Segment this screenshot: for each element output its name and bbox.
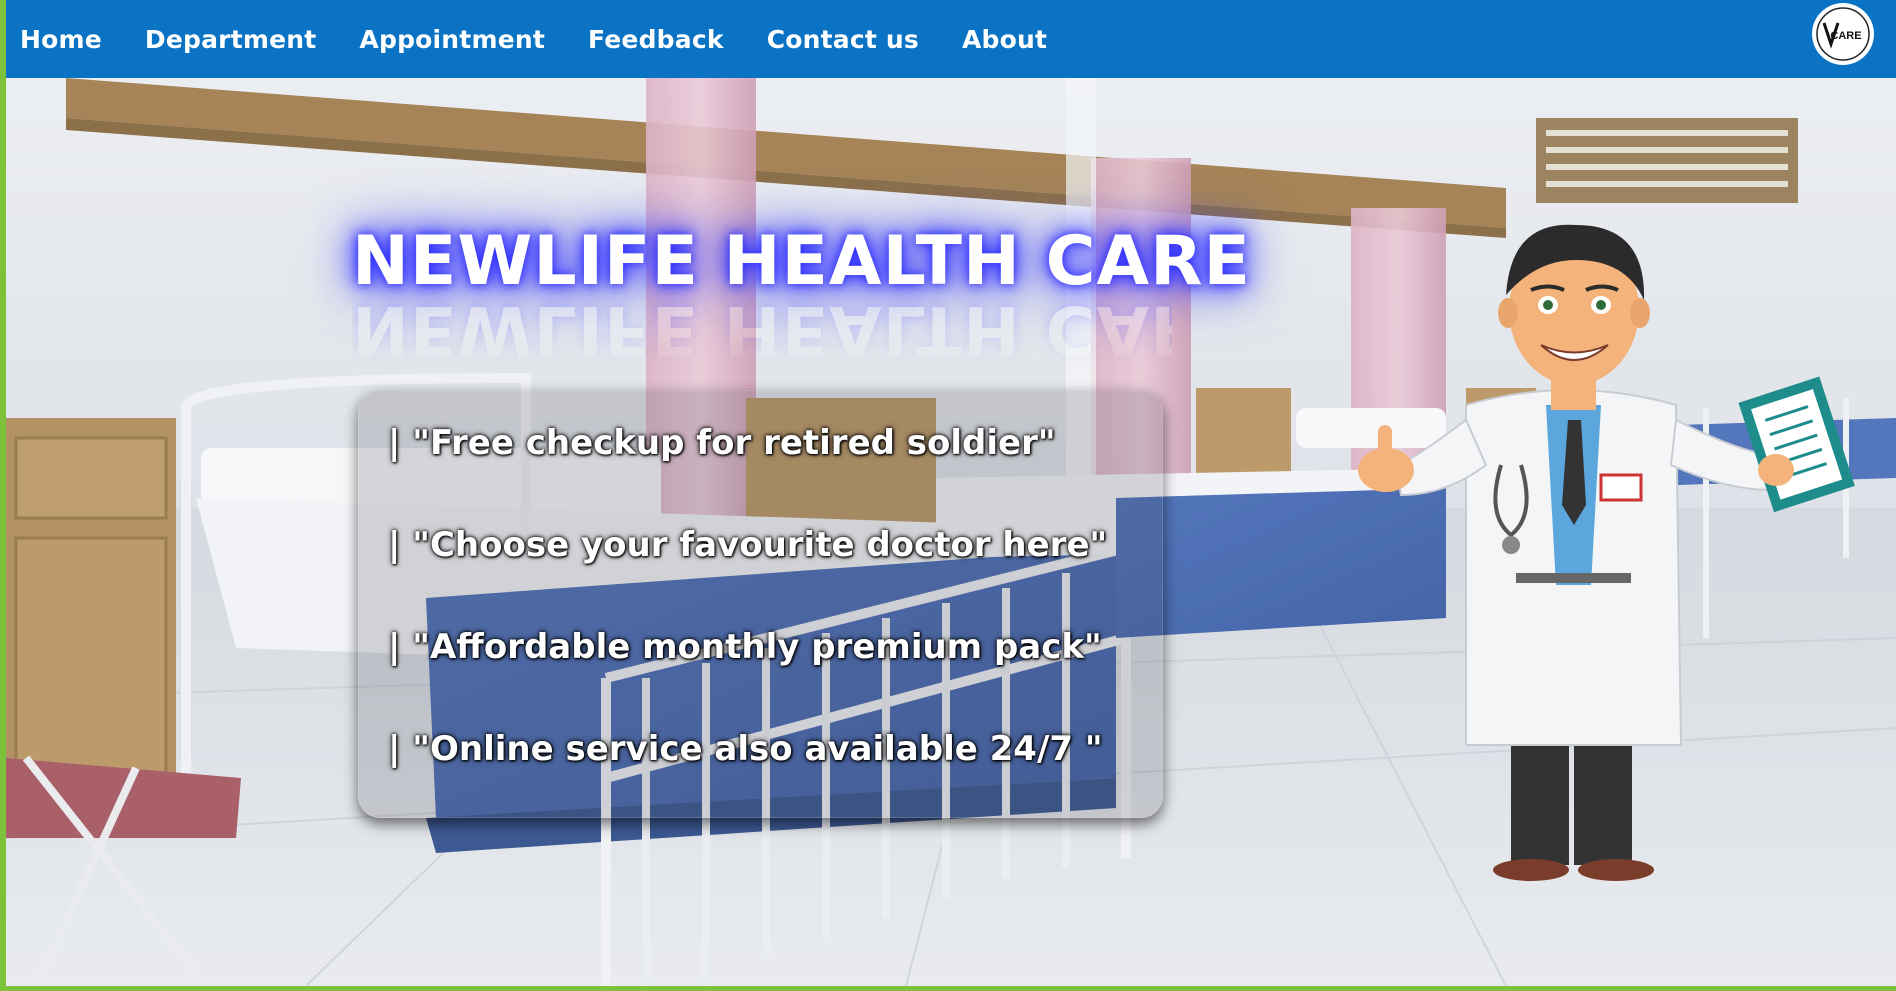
nav-department-link[interactable]: Department (145, 25, 317, 54)
top-navbar: Home Department Appointment Feedback Con… (6, 0, 1896, 78)
nav-about-link[interactable]: About (962, 25, 1047, 54)
logo-mark: CARE (1816, 7, 1870, 61)
feature-item: | "Free checkup for retired soldier" (388, 423, 1056, 463)
feature-item: | "Affordable monthly premium pack" (388, 627, 1102, 667)
logo-text: CARE (1830, 30, 1861, 42)
hero-title-reflection: NEWLIFE HEALTH CARE (352, 290, 1251, 369)
nav-menu: Home Department Appointment Feedback Con… (6, 0, 1076, 78)
feature-item: | "Choose your favourite doctor here" (388, 525, 1108, 565)
feature-item: | "Online service also available 24/7 " (388, 729, 1103, 769)
nav-appointment-link[interactable]: Appointment (359, 25, 545, 54)
v-care-logo-icon[interactable]: CARE (1812, 3, 1874, 65)
nav-contact-link[interactable]: Contact us (767, 25, 919, 54)
nav-home-link[interactable]: Home (20, 25, 102, 54)
doctor-cartoon-icon (1358, 224, 1855, 881)
nav-feedback-link[interactable]: Feedback (588, 25, 724, 54)
features-panel: | "Free checkup for retired soldier" | "… (358, 390, 1163, 818)
page-frame: Home Department Appointment Feedback Con… (6, 0, 1896, 986)
